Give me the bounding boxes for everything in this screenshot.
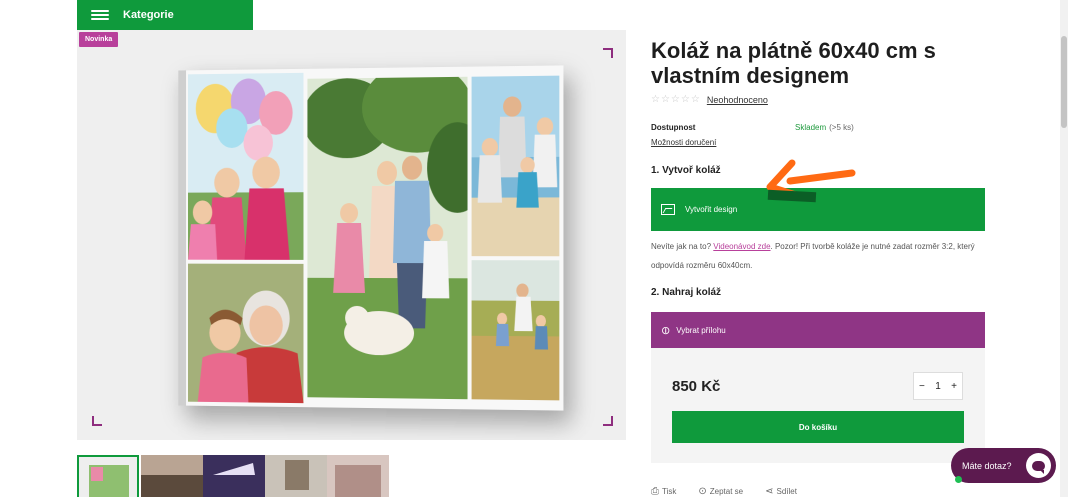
thumbnail[interactable] [141,455,203,497]
printer-icon: ⎙ [651,486,659,497]
photo-field [471,260,560,401]
step-2-heading: 2. Nahraj koláž [651,287,722,298]
availability-value: Skladem [795,123,827,132]
thumbnail[interactable] [77,455,139,497]
price: 850 Kč [672,378,721,395]
thumbnail[interactable] [327,455,389,497]
help-text: Nevíte jak na to? Videonávod zde. Pozor!… [651,237,985,275]
thumbnail-strip [77,455,397,497]
thumbnail[interactable] [203,455,265,497]
add-to-cart-button[interactable]: Do košíku [672,411,964,443]
ask-action[interactable]: ⊙ Zeptat se [698,486,743,497]
create-design-label: Vytvořit design [685,205,738,214]
ask-label: Zeptat se [709,487,744,496]
product-gallery[interactable]: Novinka [77,30,626,440]
online-status-dot [955,476,962,483]
zoom-corner-icon [603,416,613,426]
chat-widget-button[interactable]: Máte dotaz? [951,448,1056,483]
annotation-arrow-icon [766,159,856,203]
photo-family [307,76,468,400]
category-menu-label: Kategorie [123,9,174,21]
thumbnail[interactable] [265,455,327,497]
print-action[interactable]: ⎙ Tisk [651,486,676,497]
star-rating-icon: ☆☆☆☆☆ [651,94,701,105]
zoom-corner-icon [603,48,613,58]
product-actions: ⎙ Tisk ⊙ Zeptat se ⋖ Sdílet [651,486,819,497]
share-action[interactable]: ⋖ Sdílet [765,486,797,497]
photo-beach [471,75,560,257]
print-label: Tisk [662,487,677,496]
photo-balloons [187,72,304,260]
quantity-stepper[interactable]: − 1 + [913,372,963,400]
share-label: Sdílet [776,487,797,496]
availability-label: Dostupnost [651,123,696,132]
scrollbar-thumb[interactable] [1061,36,1067,128]
quantity-decrease-button[interactable]: − [919,381,925,392]
chat-icon: ⊙ [698,486,707,497]
upload-attachment-label: Vybrat přílohu [676,325,726,335]
quantity-increase-button[interactable]: + [951,381,957,392]
rating-link[interactable]: Neohodnoceno [707,95,768,105]
chat-bubble-icon [1026,453,1051,478]
upload-attachment-button[interactable]: ⊘ Vybrat přílohu [651,312,985,348]
paperclip-icon: ⊘ [658,322,674,338]
help-prefix: Nevíte jak na to? [651,242,712,251]
image-icon [661,204,675,215]
rating-row: ☆☆☆☆☆ Neohodnoceno [651,94,985,105]
zoom-corner-icon [92,416,102,426]
share-icon: ⋖ [765,486,774,497]
product-title: Koláž na plátně 60x40 cm s vlastním desi… [651,38,936,88]
chat-label: Máte dotaz? [962,460,1012,471]
photo-grandmother [187,263,304,404]
hamburger-icon [91,10,109,20]
delivery-options-link[interactable]: Možnosti doručení [651,138,716,147]
canvas-edge [178,70,187,406]
new-badge: Novinka [79,32,119,47]
availability-row: Dostupnost Skladem (>5 ks) [651,123,985,132]
product-image-collage [178,65,564,411]
product-info: Koláž na plátně 60x40 cm s vlastním desi… [651,38,985,463]
availability-note: (>5 ks) [829,123,854,132]
video-guide-link[interactable]: Videonávod zde [713,242,770,251]
quantity-value: 1 [935,380,941,392]
buy-box: 850 Kč − 1 + Do košíku [651,348,985,463]
category-menu-button[interactable]: Kategorie [77,0,253,30]
